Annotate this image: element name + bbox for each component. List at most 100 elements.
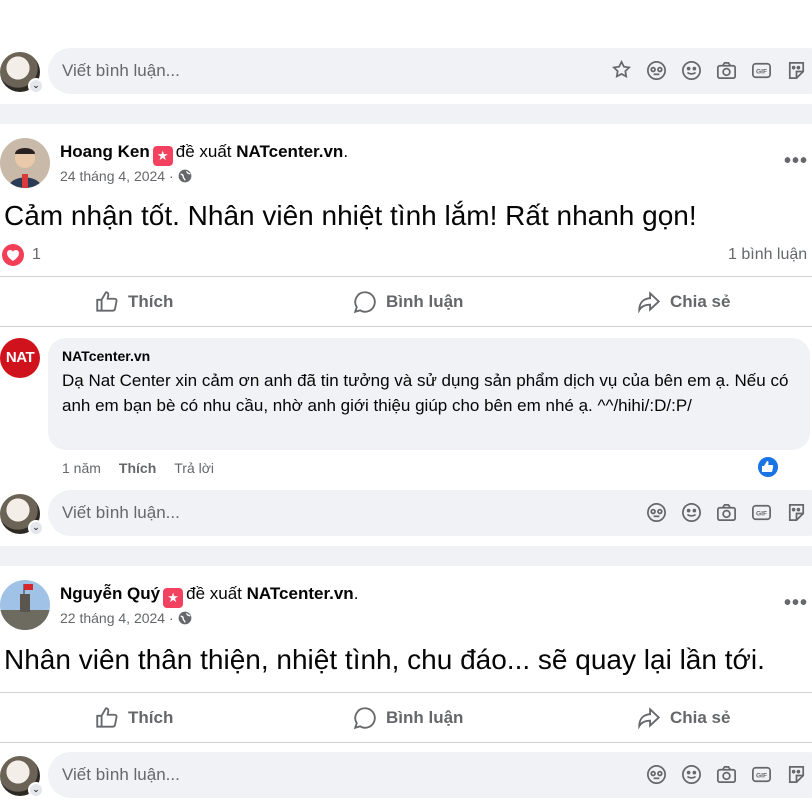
comment-input[interactable]: Viết bình luận... GIF (48, 48, 812, 94)
composer-icons: GIF (645, 763, 808, 786)
globe-icon (178, 611, 192, 625)
comment-label: Bình luận (386, 708, 464, 727)
comment-icon (352, 289, 378, 315)
post-date[interactable]: 22 tháng 4, 2024 (60, 610, 165, 626)
reply-author[interactable]: NATcenter.vn (62, 348, 150, 364)
more-icon[interactable]: ••• (784, 592, 808, 615)
avatar-sticker-icon[interactable] (645, 763, 668, 786)
author-avatar[interactable] (0, 138, 50, 188)
chevron-down-icon[interactable]: ⌄ (28, 520, 44, 536)
comment-button[interactable]: Bình luận (352, 280, 463, 324)
camera-icon[interactable] (715, 763, 738, 786)
author-name[interactable]: Hoang Ken (60, 142, 150, 161)
comment-placeholder: Viết bình luận... (62, 503, 180, 522)
like-button[interactable]: Thích (94, 696, 173, 740)
post-meta: 22 tháng 4, 2024 · (60, 610, 192, 626)
sticker-face-icon[interactable] (785, 763, 808, 786)
svg-text:GIF: GIF (756, 511, 767, 518)
comment-composer[interactable]: ⌄ Viết bình luận... GIF (0, 490, 812, 538)
emoji-icon[interactable] (680, 763, 703, 786)
comment-count[interactable]: 1 bình luận (728, 246, 807, 264)
share-label: Chia sẻ (670, 708, 731, 727)
comment-icon (352, 705, 378, 731)
recommend-badge-icon: ★ (163, 588, 184, 608)
page-link[interactable]: NATcenter.vn (247, 584, 354, 603)
divider (0, 742, 812, 743)
divider (0, 326, 812, 327)
more-icon[interactable]: ••• (784, 150, 808, 173)
avatar-sticker-icon[interactable] (645, 501, 668, 524)
author-verb: đề xuất (175, 142, 232, 161)
post-text: Cảm nhận tốt. Nhân viên nhiệt tình lắm! … (4, 200, 697, 231)
author-verb: đề xuất (186, 584, 242, 603)
comment-input[interactable]: Viết bình luận... GIF (48, 490, 812, 536)
comment-label: Bình luận (386, 292, 464, 311)
like-reaction-icon[interactable] (757, 456, 779, 478)
reply-time[interactable]: 1 năm (62, 460, 101, 476)
reply-reply-button[interactable]: Trả lời (174, 460, 214, 476)
composer-icons: GIF (645, 501, 808, 524)
svg-text:GIF: GIF (756, 773, 767, 780)
divider (0, 276, 812, 277)
post-author-line: Nguyễn Quý ★ đề xuất NATcenter.vn. (60, 584, 358, 608)
like-button[interactable]: Thích (94, 280, 173, 324)
divider (0, 692, 812, 693)
user-avatar[interactable]: ⌄ (0, 52, 44, 94)
love-reaction-icon[interactable] (2, 244, 24, 266)
chevron-down-icon[interactable]: ⌄ (28, 782, 44, 798)
composer-icons: GIF (610, 59, 808, 82)
post-date[interactable]: 24 tháng 4, 2024 (60, 168, 165, 184)
comment-placeholder: Viết bình luận... (62, 765, 180, 784)
share-icon (636, 705, 662, 731)
svg-text:GIF: GIF (756, 69, 767, 76)
comment-placeholder: Viết bình luận... (62, 61, 180, 80)
like-label: Thích (128, 292, 174, 311)
like-icon (94, 705, 120, 731)
nat-avatar[interactable]: NAT (0, 338, 40, 378)
post-meta: 24 tháng 4, 2024 · (60, 168, 192, 184)
gif-icon[interactable]: GIF (750, 59, 773, 82)
reply-meta: 1 năm Thích Trả lời (62, 460, 214, 476)
emoji-icon[interactable] (680, 59, 703, 82)
user-avatar[interactable]: ⌄ (0, 756, 44, 798)
post-author-line: Hoang Ken ★ đề xuất NATcenter.vn. (60, 142, 348, 166)
chevron-down-icon[interactable]: ⌄ (28, 78, 44, 94)
sticker-face-icon[interactable] (785, 501, 808, 524)
share-button[interactable]: Chia sẻ (636, 696, 730, 740)
share-label: Chia sẻ (670, 292, 731, 311)
emoji-icon[interactable] (680, 501, 703, 524)
post-text: Nhân viên thân thiện, nhiệt tình, chu đá… (4, 644, 765, 675)
reply-like-button[interactable]: Thích (119, 460, 156, 476)
like-label: Thích (128, 708, 174, 727)
sticker-icon[interactable] (610, 59, 633, 82)
post-actions: Thích Bình luận Chia sẻ (0, 280, 812, 324)
comment-composer[interactable]: ⌄ Viết bình luận... GIF (0, 48, 812, 96)
camera-icon[interactable] (715, 501, 738, 524)
meta-separator: · (169, 610, 174, 626)
reply-bubble: NATcenter.vn Dạ Nat Center xin cảm ơn an… (48, 338, 810, 450)
recommend-badge-icon: ★ (152, 146, 173, 166)
post-actions: Thích Bình luận Chia sẻ (0, 696, 812, 740)
share-button[interactable]: Chia sẻ (636, 280, 730, 324)
gif-icon[interactable]: GIF (750, 501, 773, 524)
comment-input[interactable]: Viết bình luận... GIF (48, 752, 812, 798)
meta-separator: · (169, 168, 174, 184)
user-avatar[interactable]: ⌄ (0, 494, 44, 536)
sticker-face-icon[interactable] (785, 59, 808, 82)
gif-icon[interactable]: GIF (750, 763, 773, 786)
reaction-summary: 1 1 bình luận (0, 244, 812, 270)
globe-icon (178, 169, 192, 183)
comment-composer[interactable]: ⌄ Viết bình luận... GIF (0, 752, 812, 800)
author-name[interactable]: Nguyễn Quý (60, 584, 160, 603)
page-link[interactable]: NATcenter.vn (236, 142, 343, 161)
like-icon (94, 289, 120, 315)
share-icon (636, 289, 662, 315)
post-card: Nguyễn Quý ★ đề xuất NATcenter.vn. 22 thán… (0, 566, 812, 812)
camera-icon[interactable] (715, 59, 738, 82)
previous-post-card: ⌄ Viết bình luận... GIF (0, 0, 812, 104)
avatar-sticker-icon[interactable] (645, 59, 668, 82)
comment-button[interactable]: Bình luận (352, 696, 463, 740)
author-avatar[interactable] (0, 580, 50, 630)
reaction-count[interactable]: 1 (32, 246, 41, 264)
reply-text: Dạ Nat Center xin cảm ơn anh đã tin tưởn… (62, 371, 789, 415)
